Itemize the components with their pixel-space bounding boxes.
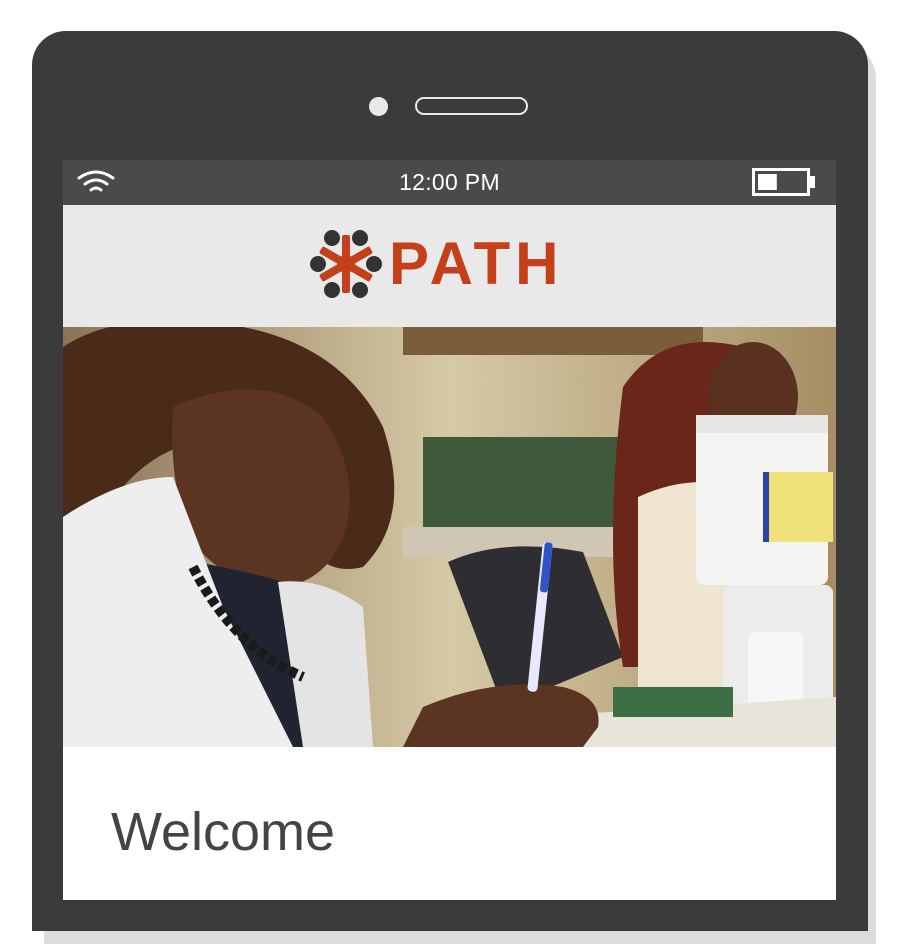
front-camera	[369, 97, 388, 116]
earpiece-speaker	[415, 97, 528, 115]
page-title: Welcome	[111, 802, 336, 862]
hero-photo-illustration	[63, 327, 836, 747]
app-header: PATH	[63, 205, 836, 327]
battery-icon	[752, 168, 815, 196]
status-bar: 12:00 PM	[63, 160, 836, 205]
hero-image	[63, 327, 836, 747]
phone-screen: 12:00 PM PATH Welcome	[63, 160, 836, 900]
status-time: 12:00 PM	[399, 169, 500, 195]
path-logo-mark-icon	[310, 230, 382, 298]
logo-wordmark: PATH	[389, 230, 564, 297]
